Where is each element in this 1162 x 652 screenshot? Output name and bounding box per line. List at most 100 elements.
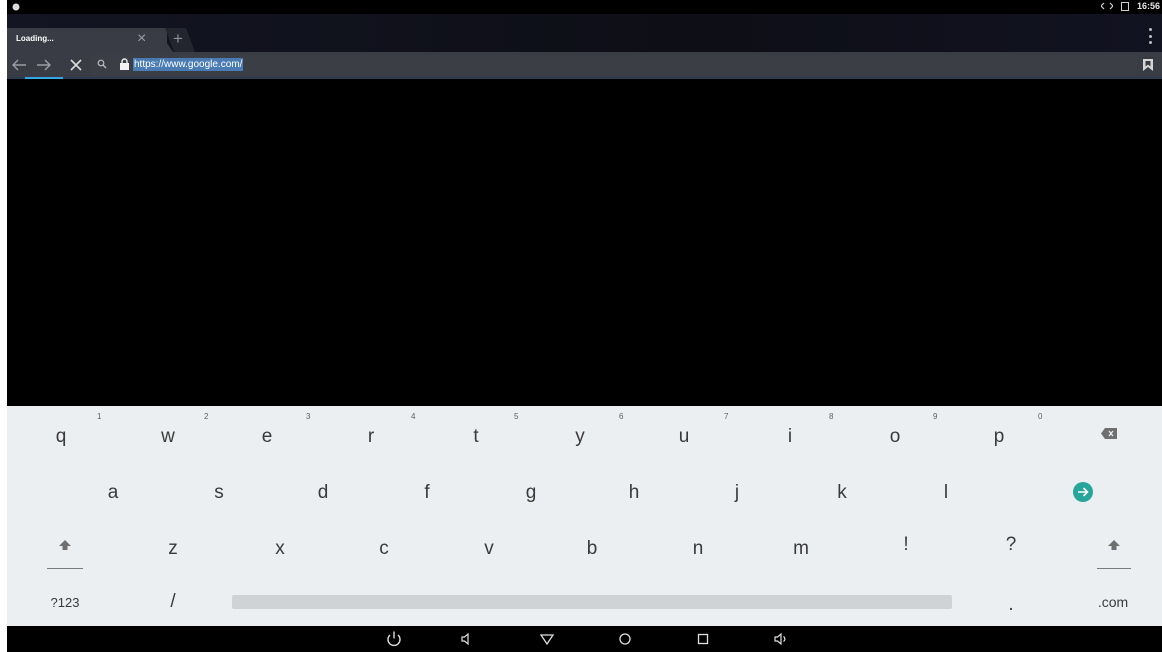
data-transfer-icon bbox=[1100, 2, 1113, 10]
shift-icon bbox=[1108, 540, 1120, 550]
key-label: y bbox=[575, 426, 585, 447]
key-label: j bbox=[734, 482, 740, 503]
key-label: u bbox=[678, 426, 690, 447]
key-label: n bbox=[692, 538, 704, 559]
key-hint: 9 bbox=[933, 412, 938, 421]
clock: 16:56 bbox=[1136, 1, 1160, 11]
key-n[interactable]: n bbox=[678, 534, 718, 564]
browser-tab[interactable]: Loading... × bbox=[7, 28, 167, 52]
key-label: v bbox=[484, 538, 494, 559]
key-e[interactable]: e bbox=[247, 422, 287, 452]
key-hint: 0 bbox=[1038, 412, 1043, 421]
url-bar[interactable]: https://www.google.com/ bbox=[91, 55, 1137, 75]
key-k[interactable]: k bbox=[822, 478, 862, 508]
key-d[interactable]: d bbox=[303, 478, 343, 508]
key-hint: 7 bbox=[724, 412, 729, 421]
key-c[interactable]: c bbox=[364, 534, 404, 564]
key-o[interactable]: o bbox=[875, 422, 915, 452]
plus-icon: + bbox=[173, 29, 183, 48]
key-label: x bbox=[275, 538, 285, 559]
key-label: o bbox=[889, 426, 901, 447]
key-hint: 8 bbox=[829, 412, 834, 421]
key-t[interactable]: t bbox=[456, 422, 496, 452]
overflow-menu-icon[interactable] bbox=[1148, 28, 1154, 44]
key-label: r bbox=[367, 426, 375, 447]
page-load-progress bbox=[25, 77, 63, 79]
back-icon[interactable] bbox=[538, 630, 556, 648]
symbols-key[interactable]: ?123 bbox=[40, 587, 90, 617]
back-arrow-icon[interactable] bbox=[11, 58, 27, 72]
key-label: f bbox=[424, 482, 430, 503]
key-l[interactable]: l bbox=[926, 478, 966, 508]
url-underline bbox=[7, 77, 1162, 79]
key-hint: 2 bbox=[204, 412, 209, 421]
go-arrow-icon bbox=[1073, 482, 1093, 502]
android-notification-icon bbox=[12, 3, 20, 11]
key-label: z bbox=[168, 538, 178, 559]
status-bar: 16:56 bbox=[7, 0, 1162, 14]
spacebar[interactable] bbox=[232, 595, 952, 609]
key-period[interactable]: . bbox=[991, 590, 1031, 620]
key-p[interactable]: p bbox=[979, 422, 1019, 452]
backspace-key[interactable] bbox=[1089, 418, 1129, 448]
key-w[interactable]: w bbox=[148, 422, 188, 452]
key-a[interactable]: a bbox=[93, 478, 133, 508]
key-slash[interactable]: / bbox=[153, 587, 193, 617]
volume-up-icon[interactable] bbox=[772, 630, 790, 648]
key-label: s bbox=[214, 482, 224, 503]
key-v[interactable]: v bbox=[469, 534, 509, 564]
key-hint: 5 bbox=[514, 412, 519, 421]
power-icon[interactable] bbox=[385, 630, 403, 648]
shift-key-left[interactable] bbox=[45, 530, 85, 560]
key-j[interactable]: j bbox=[717, 478, 757, 508]
shift-underline bbox=[47, 568, 83, 569]
key-m[interactable]: m bbox=[781, 534, 821, 564]
shift-key-right[interactable] bbox=[1094, 530, 1134, 560]
key-label: w bbox=[161, 426, 175, 447]
web-page-content bbox=[7, 81, 1162, 406]
recents-icon[interactable] bbox=[694, 630, 712, 648]
on-screen-keyboard: q 1 w 2 e 3 r 4 t 5 y 6 u 7 i 8 o 9 p 0 … bbox=[7, 406, 1162, 626]
key-y[interactable]: y bbox=[560, 422, 600, 452]
tab-close-icon[interactable]: × bbox=[137, 30, 146, 48]
key-z[interactable]: z bbox=[153, 534, 193, 564]
key-label: b bbox=[586, 538, 598, 559]
key-label: . bbox=[1008, 594, 1014, 615]
home-icon[interactable] bbox=[616, 630, 634, 648]
key-u[interactable]: u bbox=[664, 422, 704, 452]
url-text[interactable]: https://www.google.com/ bbox=[133, 58, 244, 71]
bookmark-icon[interactable] bbox=[1143, 59, 1153, 71]
key-b[interactable]: b bbox=[572, 534, 612, 564]
key-label: .com bbox=[1097, 594, 1129, 610]
key-label: c bbox=[379, 538, 389, 559]
key-h[interactable]: h bbox=[614, 478, 654, 508]
key-hint: 3 bbox=[306, 412, 311, 421]
stop-loading-icon[interactable] bbox=[70, 59, 82, 71]
key-label: m bbox=[793, 538, 809, 559]
dotcom-key[interactable]: .com bbox=[1088, 587, 1138, 617]
key-q[interactable]: q bbox=[41, 422, 81, 452]
key-label: ? bbox=[1005, 534, 1017, 555]
key-hint: 1 bbox=[97, 412, 102, 421]
key-question[interactable]: ? bbox=[991, 530, 1031, 560]
key-r[interactable]: r bbox=[351, 422, 391, 452]
key-f[interactable]: f bbox=[407, 478, 447, 508]
android-screen: 16:56 Loading... × + https://www.google.… bbox=[7, 0, 1162, 652]
key-g[interactable]: g bbox=[511, 478, 551, 508]
key-label: i bbox=[787, 426, 793, 447]
volume-down-icon[interactable] bbox=[458, 630, 476, 648]
key-exclamation[interactable]: ! bbox=[886, 530, 926, 560]
screenshot-notification-icon bbox=[1120, 1, 1129, 11]
key-label: p bbox=[993, 426, 1005, 447]
key-i[interactable]: i bbox=[770, 422, 810, 452]
key-x[interactable]: x bbox=[260, 534, 300, 564]
key-label: / bbox=[170, 591, 176, 612]
go-key[interactable] bbox=[1063, 477, 1103, 507]
key-label: ! bbox=[903, 534, 909, 555]
forward-arrow-icon[interactable] bbox=[36, 58, 52, 72]
key-s[interactable]: s bbox=[199, 478, 239, 508]
search-icon bbox=[97, 59, 107, 69]
shift-icon bbox=[59, 540, 71, 550]
shift-underline bbox=[1097, 568, 1131, 569]
key-label: k bbox=[837, 482, 847, 503]
